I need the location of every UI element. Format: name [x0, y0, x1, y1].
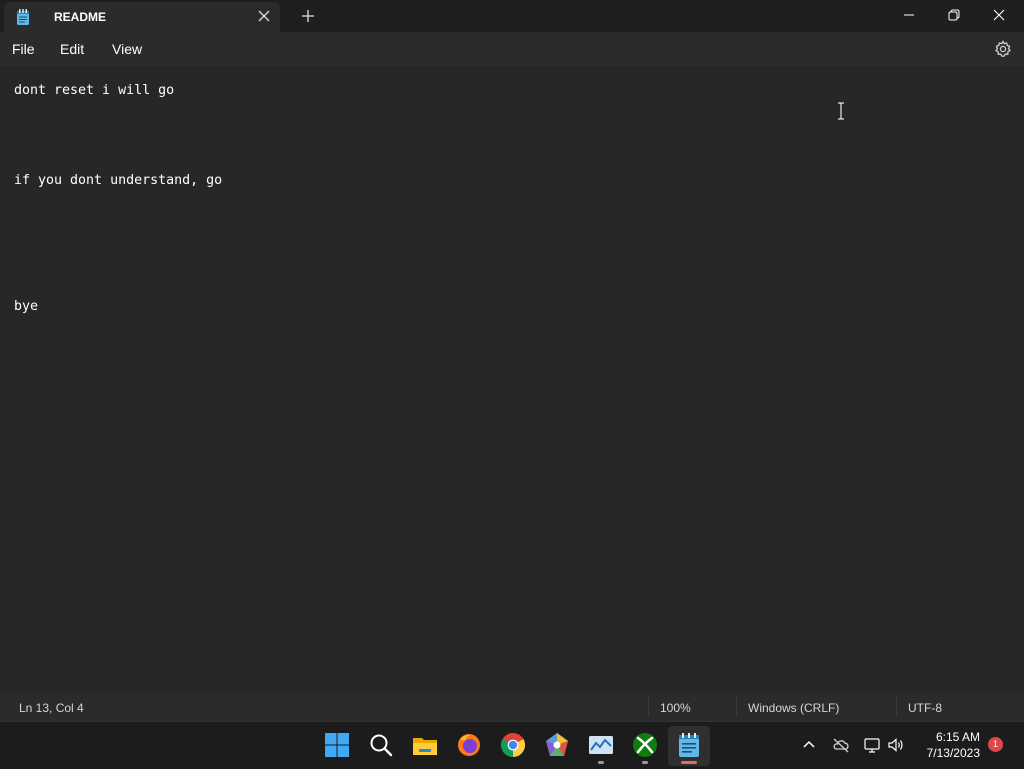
running-indicator — [598, 761, 604, 764]
minimize-icon — [904, 14, 914, 16]
onedrive-offline-icon[interactable] — [832, 736, 850, 754]
zoom-level[interactable]: 100% — [660, 701, 691, 715]
start-icon[interactable] — [323, 731, 351, 759]
cursor-position: Ln 13, Col 4 — [19, 701, 84, 715]
new-tab-icon[interactable] — [300, 8, 316, 24]
menu-view[interactable]: View — [112, 41, 142, 57]
firefox-icon[interactable] — [455, 731, 483, 759]
menu-edit[interactable]: Edit — [60, 41, 84, 57]
notepad-taskbar-icon[interactable] — [675, 731, 703, 759]
clock-time: 6:15 AM — [935, 730, 980, 744]
text-line: if you dont understand, go — [14, 173, 223, 188]
menu-bar: File Edit View — [0, 32, 1024, 66]
title-bar: README — [0, 0, 1024, 32]
status-bar: Ln 13, Col 4 100% Windows (CRLF) UTF-8 — [0, 693, 1024, 721]
encoding[interactable]: UTF-8 — [908, 701, 942, 715]
menu-file[interactable]: File — [12, 41, 35, 57]
network-icon[interactable] — [863, 736, 881, 754]
paint-icon[interactable] — [543, 731, 571, 759]
text-line: dont reset i will go — [14, 83, 175, 98]
divider — [896, 697, 897, 717]
clock-date: 7/13/2023 — [926, 746, 980, 760]
running-indicator — [642, 761, 648, 764]
notification-badge[interactable]: 1 — [988, 737, 1003, 752]
taskbar: 6:15 AM 7/13/2023 1 — [0, 721, 1024, 769]
restore-icon — [948, 9, 960, 21]
line-ending[interactable]: Windows (CRLF) — [748, 701, 839, 715]
divider — [648, 697, 649, 717]
text-editor[interactable]: dont reset i will go if you dont underst… — [0, 66, 1024, 693]
clock[interactable]: 6:15 AM 7/13/2023 — [910, 729, 980, 761]
close-tab-icon[interactable] — [256, 8, 272, 24]
chrome-icon[interactable] — [499, 731, 527, 759]
restore-button[interactable] — [931, 0, 977, 32]
search-icon[interactable] — [367, 731, 395, 759]
task-manager-icon[interactable] — [587, 731, 615, 759]
close-window-button[interactable] — [976, 0, 1022, 32]
divider — [736, 697, 737, 717]
tab-title: README — [54, 10, 107, 24]
active-indicator — [681, 761, 697, 764]
text-line: bye — [14, 299, 39, 314]
xbox-icon[interactable] — [631, 731, 659, 759]
close-icon — [993, 9, 1005, 21]
volume-icon[interactable] — [887, 736, 905, 754]
minimize-button[interactable] — [886, 0, 932, 32]
settings-gear-icon[interactable] — [994, 40, 1012, 58]
text-cursor-icon — [838, 102, 844, 120]
notepad-icon — [17, 9, 29, 25]
document-tab[interactable]: README — [4, 2, 280, 32]
chevron-up-icon[interactable] — [800, 736, 818, 754]
file-explorer-icon[interactable] — [411, 731, 439, 759]
